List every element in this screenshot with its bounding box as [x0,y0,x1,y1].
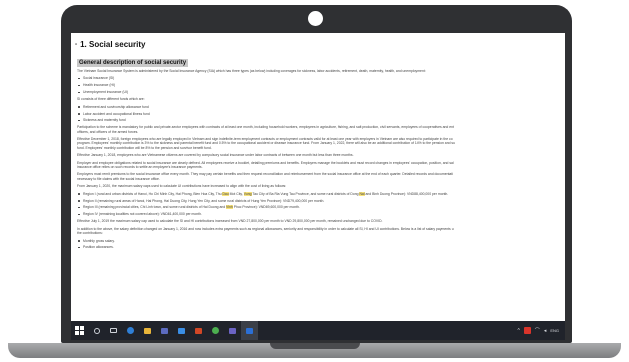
browser-icon [127,327,134,334]
search-icon [93,327,100,334]
si-consists-text: SI consists of three different funds whi… [77,97,145,102]
funds-list: Retirement and survivorship allowance fu… [77,105,559,123]
spellcheck-highlight[interactable]: Vung [243,191,252,196]
document-view: • 1. Social security General description… [71,33,565,321]
office-icon [195,327,202,334]
paragraph-premiums: Employers must remit premiums to the soc… [75,172,559,181]
taskbar-app-mail[interactable] [173,321,190,340]
chevron-up-icon[interactable]: ^ [517,328,519,334]
network-icon[interactable]: ⌒ [535,327,540,334]
paragraph-line: necessary to file claims with the social… [77,176,160,181]
paragraph-line: insurance office relies on such records … [77,164,203,169]
spellcheck-highlight[interactable]: Vinh [226,205,233,210]
salary-items-list: Monthly gross salary. Position allowance… [77,239,559,250]
paragraph-obligations: Employer and employee obligations relate… [75,161,559,170]
list-item: Labor accident and occupational illness … [77,112,559,116]
list-item-region-3: Region III (remaining provincial cities,… [77,205,559,210]
list-item: Retirement and survivorship allowance fu… [77,105,559,109]
taskbar-app-chrome[interactable] [207,321,224,340]
paragraph-line: the contributions: [77,231,103,236]
paragraph-salary-definition: In addition to the above, the salary def… [75,227,559,236]
paragraph-salary-caps: From January 1, 2020, the maximum salary… [77,184,287,189]
language-indicator[interactable]: ENG [550,328,559,333]
taskbar-app-edge[interactable] [122,321,139,340]
teams-icon [229,327,236,334]
taskbar-app-store[interactable] [156,321,173,340]
antivirus-icon[interactable] [523,327,531,334]
intro-paragraph: The Vietnam Social Insurance System is a… [77,69,426,73]
store-icon [161,327,168,334]
folder-icon [144,327,151,334]
list-item-region-4: Region IV (remaining localities not cove… [77,212,559,216]
section-heading: • 1. Social security [75,40,559,49]
list-item-region-1: Region I (rural and urban districts of H… [77,191,559,196]
list-item: Health insurance (HI) [77,83,559,87]
taskbar-app-word[interactable] [241,321,258,340]
paragraph-line: fund. Employees' monthly contribution wi… [77,145,212,150]
volume-icon[interactable]: ◂ [544,328,547,334]
task-view-button[interactable] [105,321,122,340]
list-item: Monthly gross salary. [77,239,559,243]
regions-list: Region I (rural and urban districts of H… [77,191,559,217]
list-item: Sickness and maternity fund [77,118,559,122]
insurance-types-list: Social insurance (SI) Health insurance (… [77,76,559,94]
paragraph-foreign-employees: Effective December 1, 2018, foreign empl… [75,137,559,150]
search-button[interactable] [88,321,105,340]
paragraph-cap-change: Effective July 1, 2019 the maximum salar… [77,219,383,224]
system-tray: ^ ⌒ ◂ ENG [517,327,565,334]
chrome-icon [212,327,219,334]
taskbar: ^ ⌒ ◂ ENG [71,321,565,340]
taskbar-app-office[interactable] [190,321,207,340]
paragraph-vietnamese-citizens: Effective January 1, 2018, employees who… [77,153,354,158]
list-item: Unemployment insurance (UI) [77,90,559,94]
task-view-icon [110,328,117,333]
laptop-base-notch [270,343,360,349]
taskbar-app-explorer[interactable] [139,321,156,340]
taskbar-app-teams[interactable] [224,321,241,340]
windows-logo-icon [75,326,84,335]
start-button[interactable] [71,321,88,340]
webcam-icon [308,11,323,26]
mail-icon [178,327,185,334]
list-item: Position allowances. [77,245,559,249]
list-item-region-2: Region II (remaining rural areas of Hano… [77,199,559,203]
subsection-heading: General description of social security [77,59,189,67]
laptop-screen: • 1. Social security General description… [71,33,565,340]
collapse-bullet-icon[interactable]: • [75,42,77,48]
paragraph-participation: Participation to the scheme is mandatory… [75,125,559,134]
section-heading-text: 1. Social security [80,40,146,49]
paragraph-line: officers, and officers of the armed forc… [77,129,139,134]
word-icon [246,327,253,334]
list-item: Social insurance (SI) [77,76,559,80]
